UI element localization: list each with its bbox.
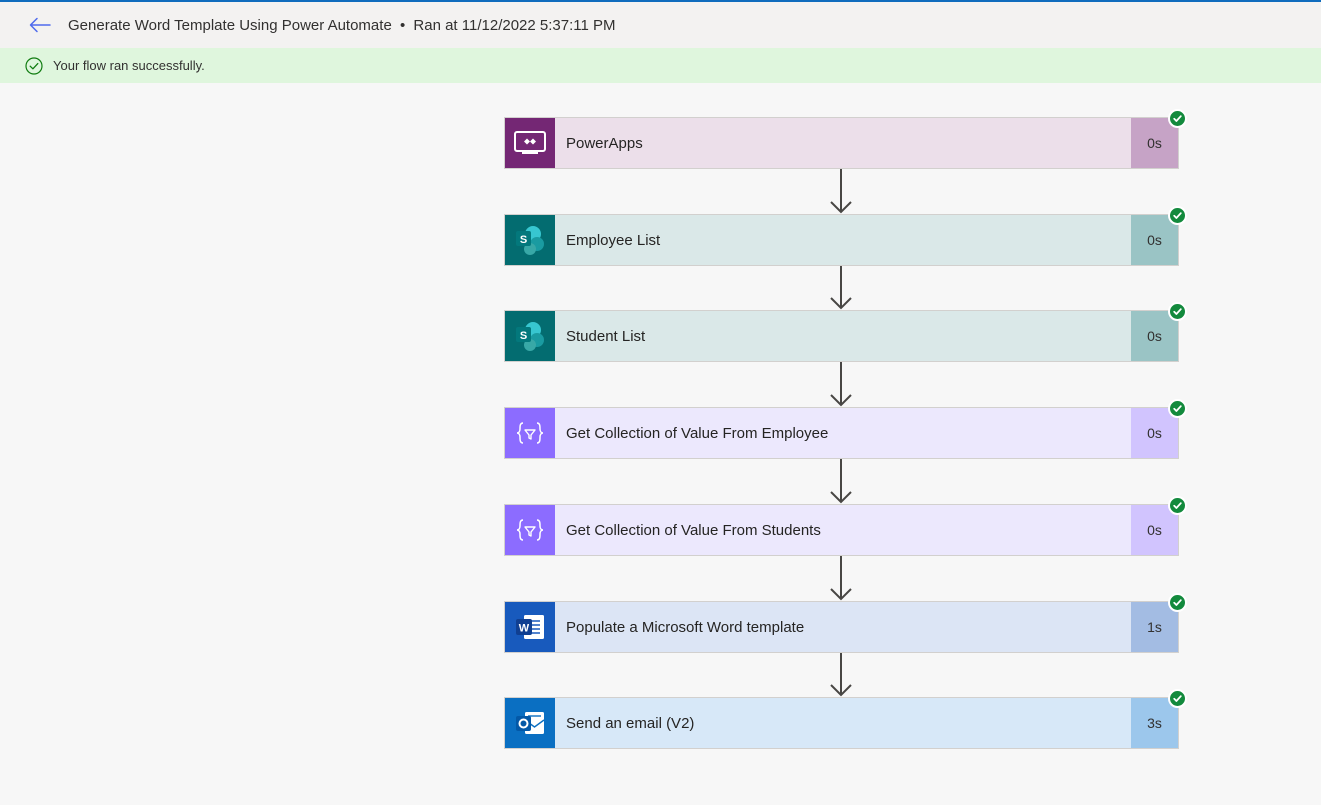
powerapps-icon — [505, 118, 555, 168]
step-label: Student List — [566, 327, 646, 345]
flow-step-get-collection-of-value-from-students[interactable]: Get Collection of Value From Students 0s — [504, 496, 1187, 556]
step-success-check-icon — [1168, 593, 1187, 612]
svg-text:W: W — [519, 623, 530, 635]
title-separator: • — [399, 16, 406, 34]
flow-step-student-list[interactable]: S Student List 0s — [504, 302, 1187, 362]
sharepoint-icon: S — [505, 215, 555, 265]
flow-name: Generate Word Template Using Power Autom… — [68, 16, 392, 34]
step-label: Send an email (V2) — [566, 714, 695, 732]
success-check-icon — [24, 56, 44, 76]
status-message: Your flow ran successfully. — [53, 58, 205, 73]
connector-arrow-icon — [830, 362, 852, 407]
flow-step-employee-list[interactable]: S Employee List 0s — [504, 206, 1187, 266]
svg-text:S: S — [520, 234, 527, 246]
flow-step-populate-a-microsoft-word-template[interactable]: W Populate a Microsoft Word template 1s — [504, 593, 1187, 653]
connector-arrow-icon — [830, 653, 852, 697]
step-success-check-icon — [1168, 496, 1187, 515]
step-success-check-icon — [1168, 302, 1187, 321]
step-success-check-icon — [1168, 109, 1187, 128]
step-label: PowerApps — [566, 134, 643, 152]
flow-step-get-collection-of-value-from-employee[interactable]: Get Collection of Value From Employee 0s — [504, 399, 1187, 459]
top-bar: Generate Word Template Using Power Autom… — [0, 0, 1321, 48]
svg-text:S: S — [520, 330, 527, 342]
step-success-check-icon — [1168, 399, 1187, 418]
step-success-check-icon — [1168, 689, 1187, 708]
outlook-icon — [505, 698, 555, 748]
step-label: Employee List — [566, 231, 661, 249]
step-success-check-icon — [1168, 206, 1187, 225]
connector-arrow-icon — [830, 459, 852, 504]
arrow-left-icon — [29, 17, 51, 33]
run-time: Ran at 11/12/2022 5:37:11 PM — [413, 16, 616, 34]
back-button[interactable] — [20, 5, 60, 45]
status-banner: Your flow ran successfully. — [0, 48, 1321, 83]
connector-arrow-icon — [830, 169, 852, 214]
sharepoint-icon: S — [505, 311, 555, 361]
data-operation-icon — [505, 408, 555, 458]
connector-arrow-icon — [830, 556, 852, 601]
page-title: Generate Word Template Using Power Autom… — [68, 17, 616, 34]
step-label: Get Collection of Value From Students — [566, 521, 821, 539]
connector-arrow-icon — [830, 266, 852, 310]
flow-step-send-an-email-v2[interactable]: Send an email (V2) 3s — [504, 689, 1187, 749]
step-label: Get Collection of Value From Employee — [566, 424, 829, 442]
step-label: Populate a Microsoft Word template — [566, 618, 805, 636]
data-operation-icon — [505, 505, 555, 555]
flow-step-powerapps[interactable]: PowerApps 0s — [504, 109, 1187, 169]
word-icon: W — [505, 602, 555, 652]
